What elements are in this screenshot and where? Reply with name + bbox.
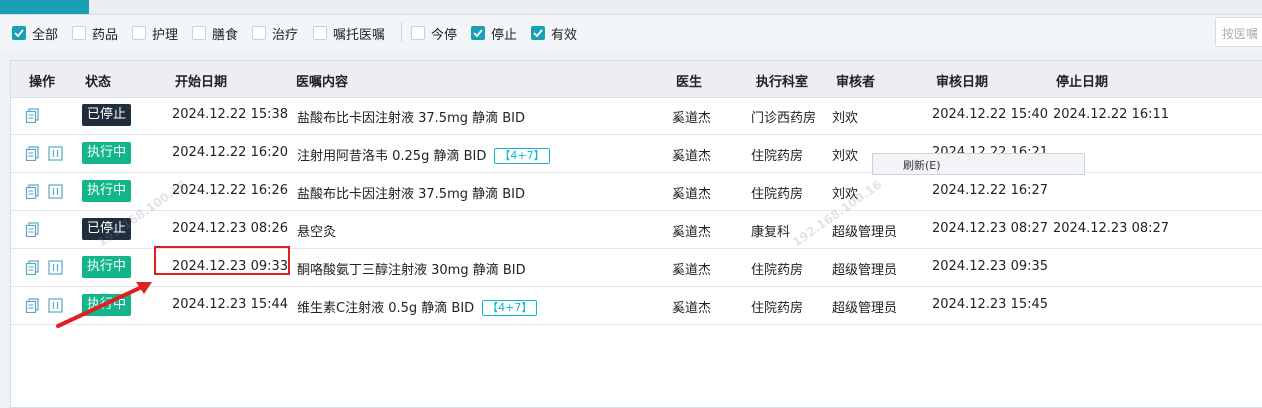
annotation-arrow-icon [56, 282, 152, 328]
col-dept[interactable]: 执行科室 [756, 71, 808, 90]
copy-icon[interactable] [25, 260, 40, 275]
col-status[interactable]: 状态 [85, 71, 111, 90]
pause-icon[interactable] [48, 184, 63, 199]
checkbox-icon[interactable] [12, 26, 26, 40]
tag-4plus7: 【4+7】 [482, 300, 538, 316]
col-stop-date[interactable]: 停止日期 [1056, 71, 1108, 90]
checkbox-icon[interactable] [313, 26, 327, 40]
order-content: 维生素C注射液 0.5g 静滴 BID 【4+7】 [297, 297, 538, 316]
table-row[interactable]: 已停止 2024.12.23 08:26 悬空灸 奚道杰 康复科 超级管理员 2… [11, 210, 1262, 249]
col-reviewer[interactable]: 审核者 [836, 71, 875, 90]
checkbox-icon[interactable] [411, 26, 425, 40]
order-content: 酮咯酸氨丁三醇注射液 30mg 静滴 BID [297, 263, 526, 278]
start-date: 2024.12.22 15:38 [172, 107, 289, 122]
filter-separator [401, 22, 402, 42]
reviewer: 超级管理员 [832, 225, 898, 240]
filter-entrusted[interactable]: 嘱托医嘱 [313, 25, 385, 43]
status-badge: 执行中 [82, 142, 132, 164]
order-content: 悬空灸 [297, 225, 337, 240]
col-start[interactable]: 开始日期 [175, 71, 227, 90]
top-tab-strip [0, 0, 1262, 15]
order-content: 盐酸布比卡因注射液 37.5mg 静滴 BID [297, 111, 526, 126]
status-badge: 执行中 [82, 180, 132, 202]
table-header: 操作 状态 开始日期 医嘱内容 医生 执行科室 审核者 审核日期 停止日期 [11, 61, 1262, 98]
col-content[interactable]: 医嘱内容 [296, 71, 348, 90]
copy-icon[interactable] [25, 298, 40, 313]
tag-4plus7: 【4+7】 [494, 148, 550, 164]
status-badge: 已停止 [82, 104, 132, 126]
exec-dept: 住院药房 [751, 149, 804, 164]
exec-dept: 住院药房 [751, 187, 804, 202]
doctor: 奚道杰 [672, 301, 712, 316]
start-date: 2024.12.22 16:26 [172, 183, 289, 198]
checkbox-icon[interactable] [531, 26, 545, 40]
review-date: 2024.12.22 15:40 [932, 107, 1049, 122]
filter-bar: 全部 药品 护理 膳食 治疗 嘱托医嘱 今停 停止 有效 [0, 15, 1262, 51]
search-input[interactable]: 按医嘱 [1215, 17, 1262, 47]
doctor: 奚道杰 [672, 111, 712, 126]
reviewer: 刘欢 [832, 149, 859, 164]
doctor: 奚道杰 [672, 187, 712, 202]
stop-date: 2024.12.22 16:11 [1053, 107, 1170, 122]
col-ops[interactable]: 操作 [29, 71, 55, 90]
table-row[interactable]: 已停止 2024.12.22 15:38 盐酸布比卡因注射液 37.5mg 静滴… [11, 96, 1262, 135]
reviewer: 超级管理员 [832, 301, 898, 316]
pause-icon[interactable] [48, 260, 63, 275]
doctor: 奚道杰 [672, 263, 712, 278]
review-date: 2024.12.22 16:27 [932, 183, 1049, 198]
status-badge: 执行中 [82, 256, 132, 278]
reviewer: 刘欢 [832, 111, 859, 126]
filter-stopped[interactable]: 停止 [471, 25, 517, 43]
checkbox-icon[interactable] [72, 26, 86, 40]
review-date: 2024.12.23 09:35 [932, 259, 1049, 274]
checkbox-icon[interactable] [252, 26, 266, 40]
checkbox-icon[interactable] [471, 26, 485, 40]
copy-icon[interactable] [25, 222, 40, 237]
copy-icon[interactable] [25, 108, 40, 123]
copy-icon[interactable] [25, 146, 40, 161]
pause-icon[interactable] [48, 146, 63, 161]
stop-date: 2024.12.23 08:27 [1053, 221, 1170, 236]
start-date: 2024.12.23 15:44 [172, 297, 289, 312]
filter-stop-today[interactable]: 今停 [411, 25, 457, 43]
filter-diet[interactable]: 膳食 [192, 25, 238, 43]
filter-all[interactable]: 全部 [12, 25, 58, 43]
col-review-date[interactable]: 审核日期 [936, 71, 988, 90]
exec-dept: 住院药房 [751, 301, 804, 316]
context-menu-refresh[interactable]: 刷新(E) [903, 157, 941, 173]
highlight-box [154, 246, 290, 275]
start-date: 2024.12.22 16:20 [172, 145, 289, 160]
copy-icon[interactable] [25, 184, 40, 199]
filter-nursing[interactable]: 护理 [132, 25, 178, 43]
col-doctor[interactable]: 医生 [676, 71, 702, 90]
active-tab[interactable] [0, 0, 89, 14]
exec-dept: 住院药房 [751, 263, 804, 278]
filter-valid[interactable]: 有效 [531, 25, 577, 43]
doctor: 奚道杰 [672, 225, 712, 240]
order-content: 注射用阿昔洛韦 0.25g 静滴 BID 【4+7】 [297, 145, 550, 164]
context-menu: 刷新(E) [872, 153, 1085, 175]
checkbox-icon[interactable] [132, 26, 146, 40]
filter-treatment[interactable]: 治疗 [252, 25, 298, 43]
order-content: 盐酸布比卡因注射液 37.5mg 静滴 BID [297, 187, 526, 202]
review-date: 2024.12.23 08:27 [932, 221, 1049, 236]
exec-dept: 门诊西药房 [751, 111, 817, 126]
reviewer: 超级管理员 [832, 263, 898, 278]
review-date: 2024.12.23 15:45 [932, 297, 1049, 312]
table-row[interactable]: 执行中 2024.12.22 16:26 盐酸布比卡因注射液 37.5mg 静滴… [11, 172, 1262, 211]
doctor: 奚道杰 [672, 149, 712, 164]
exec-dept: 康复科 [751, 225, 791, 240]
checkbox-icon[interactable] [192, 26, 206, 40]
start-date: 2024.12.23 08:26 [172, 221, 289, 236]
table-row[interactable]: 执行中 2024.12.23 15:44 维生素C注射液 0.5g 静滴 BID… [11, 286, 1262, 325]
filter-drug[interactable]: 药品 [72, 25, 118, 43]
orders-table: 操作 状态 开始日期 医嘱内容 医生 执行科室 审核者 审核日期 停止日期 已停… [10, 60, 1262, 408]
